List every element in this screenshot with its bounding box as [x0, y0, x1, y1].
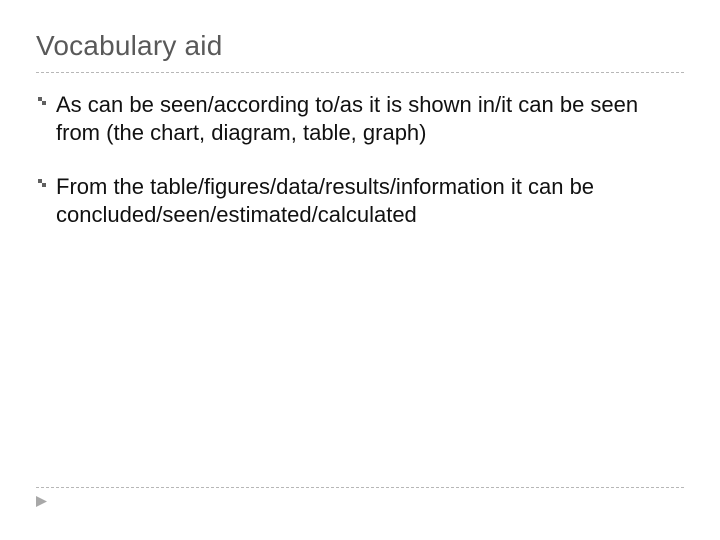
footer: [36, 487, 684, 512]
title-block: Vocabulary aid: [36, 30, 684, 73]
play-icon: [36, 496, 47, 507]
list-item: From the table/figures/data/results/info…: [36, 173, 684, 229]
bullet-icon: [36, 177, 56, 189]
bullet-icon: [36, 95, 56, 107]
bullet-text: As can be seen/according to/as it is sho…: [56, 91, 684, 147]
content-area: As can be seen/according to/as it is sho…: [36, 91, 684, 230]
slide: Vocabulary aid As can be seen/according …: [0, 0, 720, 540]
bullet-text: From the table/figures/data/results/info…: [56, 173, 684, 229]
slide-title: Vocabulary aid: [36, 30, 684, 62]
title-divider: [36, 72, 684, 73]
list-item: As can be seen/according to/as it is sho…: [36, 91, 684, 147]
footer-divider: [36, 487, 684, 488]
